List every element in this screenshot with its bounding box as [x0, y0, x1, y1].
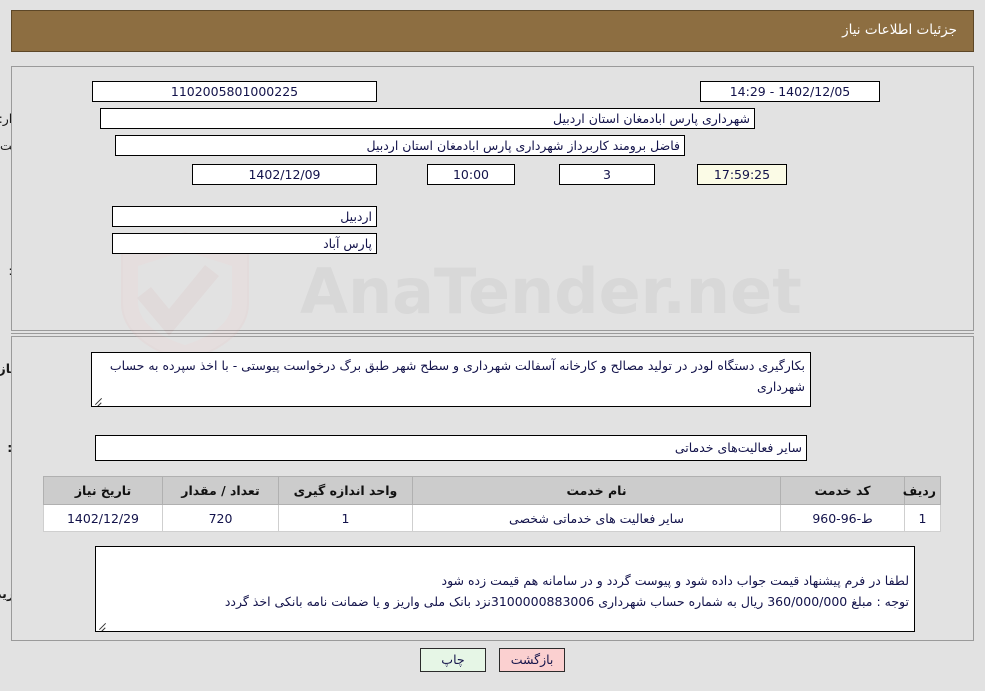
announce-datetime-value: 1402/12/05 - 14:29 — [700, 81, 880, 102]
cell-quantity: 720 — [162, 504, 279, 532]
table-header-row: ردیف کد خدمت نام خدمت واحد اندازه گیری ت… — [43, 476, 941, 505]
col-quantity: تعداد / مقدار — [162, 476, 279, 505]
col-need-date: تاریخ نیاز — [43, 476, 163, 505]
days-remaining-value: 3 — [559, 164, 655, 185]
services-table: ردیف کد خدمت نام خدمت واحد اندازه گیری ت… — [43, 476, 941, 532]
cell-need-date: 1402/12/29 — [43, 504, 163, 532]
page-title: جزئیات اطلاعات نیاز — [842, 22, 957, 38]
col-service-name: نام خدمت — [412, 476, 781, 505]
summary-panel — [11, 66, 974, 331]
footer-actions: بازگشت چاپ — [0, 648, 985, 672]
delivery-province-value: اردبیل — [112, 206, 377, 227]
cell-unit: 1 — [278, 504, 413, 532]
delivery-city-value: پارس آباد — [112, 233, 377, 254]
need-number-value: 1102005801000225 — [92, 81, 377, 102]
buyer-notes-text: لطفا در فرم پیشنهاد قیمت جواب داده شود و… — [224, 573, 909, 609]
deadline-date-value: 1402/12/09 — [192, 164, 377, 185]
back-button[interactable]: بازگشت — [499, 648, 566, 672]
cell-row-number: 1 — [904, 504, 941, 532]
cell-service-name: سایر فعالیت های خدماتی شخصی — [412, 504, 781, 532]
panel-divider — [11, 333, 974, 334]
resize-handle-icon[interactable] — [94, 395, 104, 405]
buyer-notes-value: لطفا در فرم پیشنهاد قیمت جواب داده شود و… — [95, 546, 915, 632]
deadline-time-value: 10:00 — [427, 164, 515, 185]
col-service-code: کد خدمت — [780, 476, 905, 505]
page-header-bar: جزئیات اطلاعات نیاز — [11, 10, 974, 52]
col-row-number: ردیف — [903, 476, 941, 505]
need-details-page: AnaTender.net جزئیات اطلاعات نیاز شماره … — [0, 0, 985, 691]
buyer-org-value: شهرداری پارس ابادمغان استان اردبیل — [100, 108, 755, 129]
cell-service-code: ط-96-960 — [780, 504, 905, 532]
service-group-value: سایر فعالیت‌های خدماتی — [95, 435, 807, 461]
request-creator-value: فاضل برومند کاربرداز شهرداری پارس ابادمغ… — [115, 135, 685, 156]
resize-handle-icon-notes[interactable] — [98, 620, 108, 630]
countdown-value: 17:59:25 — [697, 164, 787, 185]
print-button[interactable]: چاپ — [419, 648, 486, 672]
need-description-text: بکارگیری دستگاه لودر در تولید مصالح و کا… — [109, 358, 805, 394]
col-unit: واحد اندازه گیری — [278, 476, 413, 505]
services-table-wrapper: ردیف کد خدمت نام خدمت واحد اندازه گیری ت… — [43, 476, 941, 532]
need-description-value: بکارگیری دستگاه لودر در تولید مصالح و کا… — [91, 352, 811, 407]
table-row: 1 ط-96-960 سایر فعالیت های خدماتی شخصی 1… — [43, 504, 941, 532]
